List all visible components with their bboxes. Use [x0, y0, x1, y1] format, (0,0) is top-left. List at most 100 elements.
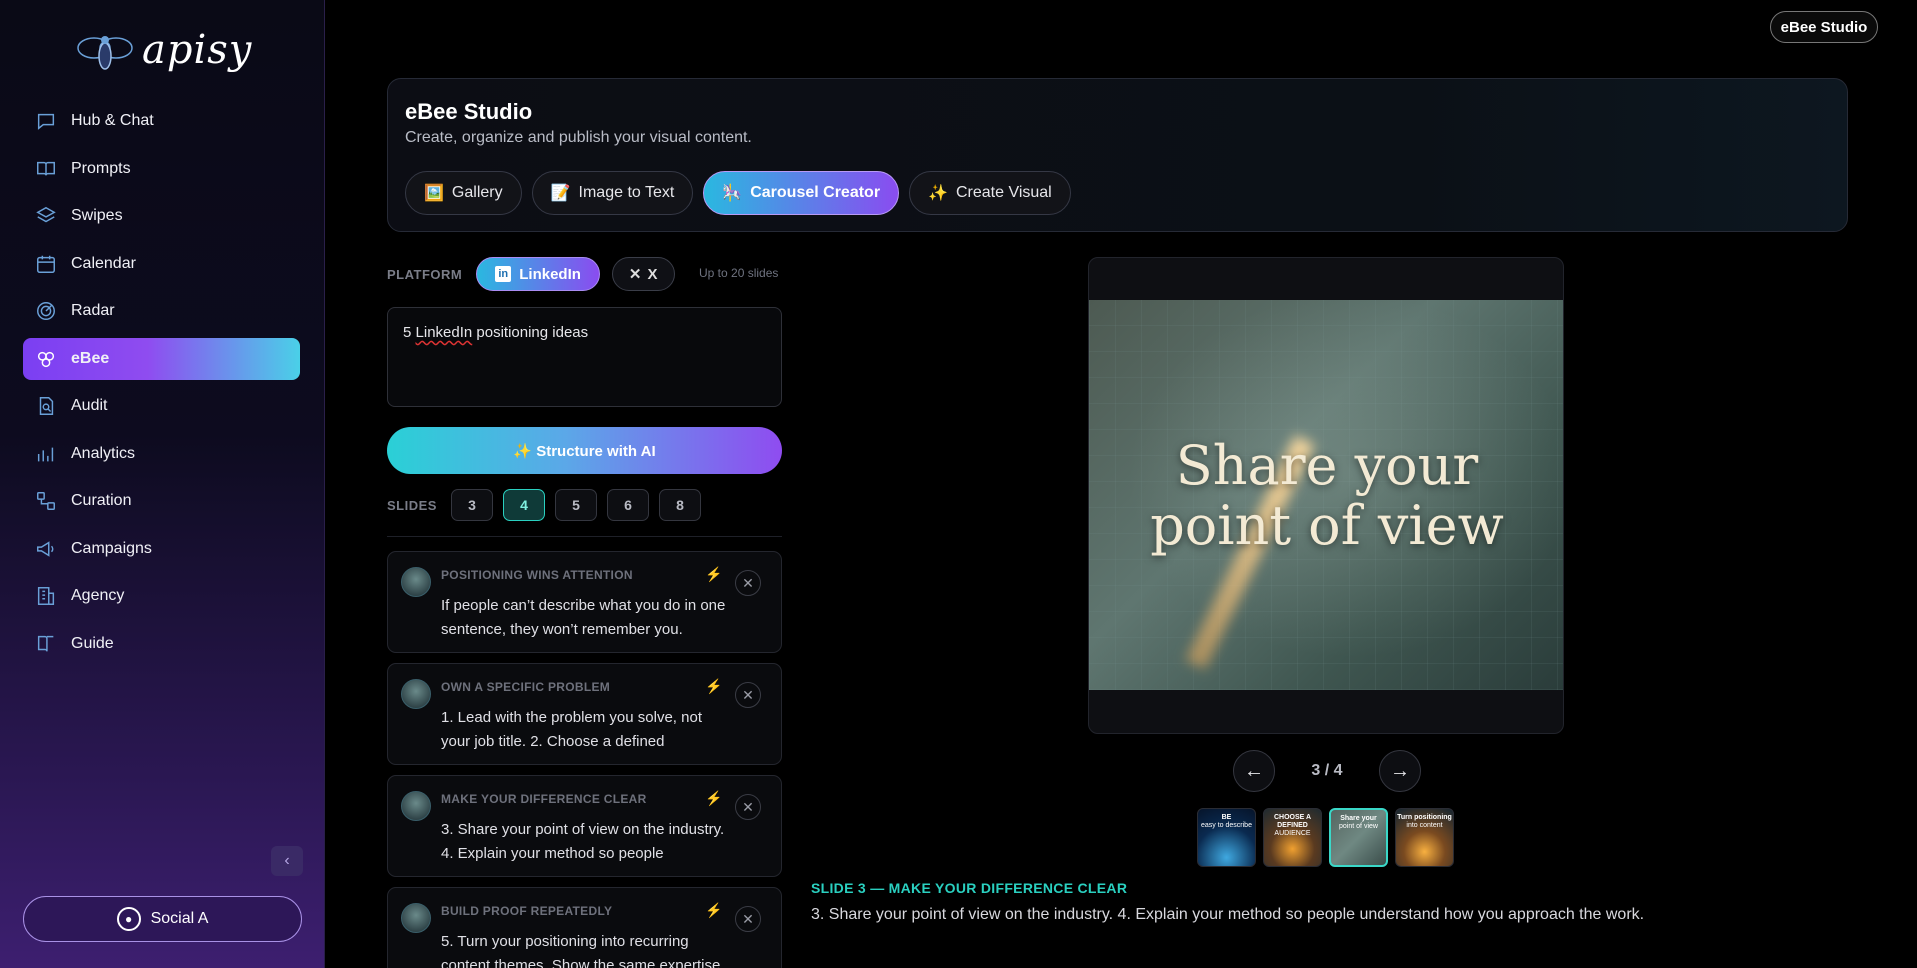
- sidebar-item-agency[interactable]: Agency: [23, 575, 300, 617]
- prev-slide-button[interactable]: ←: [1233, 750, 1275, 792]
- slide-count-option-6[interactable]: 6: [606, 489, 649, 521]
- sidebar-item-label: Campaigns: [71, 539, 152, 557]
- sidebar-item-guide[interactable]: Guide: [23, 623, 300, 665]
- thumbnail-caption: CHOOSE A DEFINED AUDIENCE: [1273, 814, 1312, 837]
- slide-thumbnail-3[interactable]: Share your point of view: [1329, 808, 1388, 867]
- lightning-icon[interactable]: ⚡: [705, 902, 722, 919]
- slide-pager: ← 3 / 4 →: [1233, 750, 1421, 792]
- sidebar-item-label: Prompts: [71, 159, 131, 177]
- close-icon[interactable]: ✕: [735, 906, 761, 932]
- sidebar-item-prompts[interactable]: Prompts: [23, 148, 300, 190]
- sidebar-item-calendar[interactable]: Calendar: [23, 243, 300, 285]
- sidebar-item-curation[interactable]: Curation: [23, 480, 300, 522]
- close-icon[interactable]: ✕: [735, 682, 761, 708]
- tab-label: Carousel Creator: [750, 184, 881, 201]
- sidebar-nav: Hub & Chat Prompts Swipes Calendar Radar eBee…: [23, 100, 300, 670]
- page-subtitle: Create, organize and publish your visual…: [405, 129, 752, 146]
- collapse-sidebar-button[interactable]: ‹: [271, 846, 303, 876]
- page-title: eBee Studio: [405, 99, 533, 124]
- sidebar-item-label: Curation: [71, 492, 132, 509]
- slide-count-selector: SLIDES 34568: [387, 489, 701, 521]
- slide-count-option-4[interactable]: 4: [502, 489, 545, 521]
- sidebar-item-label: Guide: [71, 634, 114, 652]
- platform-x-label: X: [647, 265, 658, 283]
- topic-text-prefix: 5: [403, 324, 416, 341]
- sidebar-item-audit[interactable]: Audit: [23, 385, 300, 427]
- studio-header: eBee Studio Create, organize and publish…: [387, 78, 1848, 232]
- next-slide-button[interactable]: →: [1378, 750, 1421, 792]
- sidebar-item-label: Agency: [71, 587, 125, 604]
- sidebar-item-analytics[interactable]: Analytics: [23, 433, 300, 475]
- platform-linkedin-button[interactable]: in LinkedIn: [476, 257, 600, 291]
- slide-thumbnail-2[interactable]: CHOOSE A DEFINED AUDIENCE: [1263, 808, 1322, 867]
- slide-description: 3. Share your point of view on the indus…: [811, 906, 1645, 923]
- sidebar-item-label: Hub & Chat: [71, 112, 154, 129]
- slide-count-option-3[interactable]: 3: [450, 489, 493, 521]
- sidebar-item-radar[interactable]: Radar: [23, 290, 300, 332]
- lightning-icon[interactable]: ⚡: [705, 566, 722, 583]
- sidebar-item-label: Radar: [71, 302, 115, 319]
- slide-caption: SLIDE 3 — MAKE YOUR DIFFERENCE CLEAR: [811, 880, 1128, 896]
- slide-card[interactable]: BUILD PROOF REPEATEDLY ⚡ ✕ 5. Turn your pos…: [387, 887, 782, 968]
- tab-carousel-creator[interactable]: 🎠 Carousel Creator: [703, 171, 900, 215]
- tab-emoji-icon: 📝: [550, 185, 571, 202]
- slide-thumbnails: BE easy to describe CHOOSE A DEFINED AUDIEN…: [1197, 808, 1454, 867]
- calendar-icon: [37, 255, 55, 273]
- lightning-icon[interactable]: ⚡: [705, 678, 722, 695]
- account-button[interactable]: ● Social A: [23, 896, 302, 942]
- hexagons-icon: [37, 351, 55, 367]
- headline-line-2: point of view: [1150, 494, 1504, 557]
- topic-text-suffix: positioning ideas: [472, 324, 589, 341]
- bar-chart-icon: [37, 447, 54, 461]
- slide-page-indicator: 3 / 4: [1311, 762, 1343, 779]
- thumbnail-caption: BE easy to describe: [1201, 814, 1252, 829]
- platform-x-button[interactable]: ✕ X: [611, 257, 675, 291]
- carousel-topic-input[interactable]: 5 LinkedIn positioning ideas: [387, 307, 782, 407]
- sidebar-item-label: eBee: [71, 349, 110, 367]
- structure-with-ai-button[interactable]: ✨ Structure with AI: [387, 427, 782, 474]
- sidebar-item-campaigns[interactable]: Campaigns: [23, 528, 300, 570]
- tab-create-visual[interactable]: ✨ Create Visual: [909, 171, 1071, 215]
- sidebar-item-label: Calendar: [71, 254, 136, 272]
- slide-card-title: POSITIONING WINS ATTENTION: [441, 568, 633, 582]
- slide-card[interactable]: POSITIONING WINS ATTENTION ⚡ ✕ If people ca…: [387, 551, 782, 653]
- sidebar: apisy Hub & Chat Prompts Swipes Calendar Rad…: [0, 0, 325, 968]
- sidebar-item-hub-chat[interactable]: Hub & Chat: [23, 100, 300, 142]
- sidebar-item-label: Swipes: [71, 207, 123, 224]
- slide-card-text: If people can’t describe what you do in …: [441, 597, 726, 638]
- slide-card[interactable]: MAKE YOUR DIFFERENCE CLEAR ⚡ ✕ 3. Share you…: [387, 775, 782, 877]
- lightning-icon[interactable]: ⚡: [705, 790, 722, 807]
- slide-thumbnail-1[interactable]: BE easy to describe: [1197, 808, 1256, 867]
- thumbnail-caption: Turn positioning into content: [1397, 814, 1452, 829]
- user-circle-icon: ●: [116, 907, 141, 931]
- sidebar-item-swipes[interactable]: Swipes: [23, 195, 300, 237]
- close-icon[interactable]: ✕: [735, 794, 761, 820]
- slide-cards-list[interactable]: POSITIONING WINS ATTENTION ⚡ ✕ If people ca…: [387, 551, 782, 968]
- tab-label: Image to Text: [578, 184, 675, 201]
- headline-line-1: Share your: [1175, 434, 1479, 497]
- workspace-badge[interactable]: eBee Studio: [1770, 11, 1878, 43]
- slide-card-title: MAKE YOUR DIFFERENCE CLEAR: [441, 792, 647, 806]
- megaphone-icon: [37, 540, 54, 557]
- sidebar-item-label: Analytics: [71, 444, 136, 462]
- file-search-icon: [39, 397, 54, 415]
- slide-count-option-5[interactable]: 5: [554, 489, 597, 521]
- platform-selector: PLATFORM in LinkedIn ✕ X: [387, 256, 675, 292]
- arrow-left-icon: ←: [1244, 759, 1264, 782]
- slide-count-option-8[interactable]: 8: [658, 489, 701, 521]
- tab-emoji-icon: ✨: [928, 185, 948, 202]
- close-icon[interactable]: ✕: [735, 570, 761, 596]
- slide-thumbnail-4[interactable]: Turn positioning into content: [1395, 808, 1454, 867]
- sidebar-item-ebee[interactable]: eBee: [23, 337, 300, 380]
- tab-image-to-text[interactable]: 📝 Image to Text: [531, 171, 694, 215]
- brand-logo[interactable]: apisy: [74, 20, 252, 80]
- book-icon: [37, 635, 54, 651]
- account-label: Social A: [150, 910, 209, 927]
- arrow-right-icon: →: [1389, 759, 1410, 782]
- slide-thumbnail-avatar: [401, 903, 431, 933]
- slide-card[interactable]: OWN A SPECIFIC PROBLEM ⚡ ✕ 1. Lead with the…: [387, 663, 782, 765]
- slide-card-text: 1. Lead with the problem you solve, not …: [441, 709, 702, 750]
- tab-gallery[interactable]: 🖼️ Gallery: [405, 171, 522, 215]
- slide-card-text: 3. Share your point of view on the indus…: [441, 821, 725, 862]
- book-open-icon: [37, 161, 55, 176]
